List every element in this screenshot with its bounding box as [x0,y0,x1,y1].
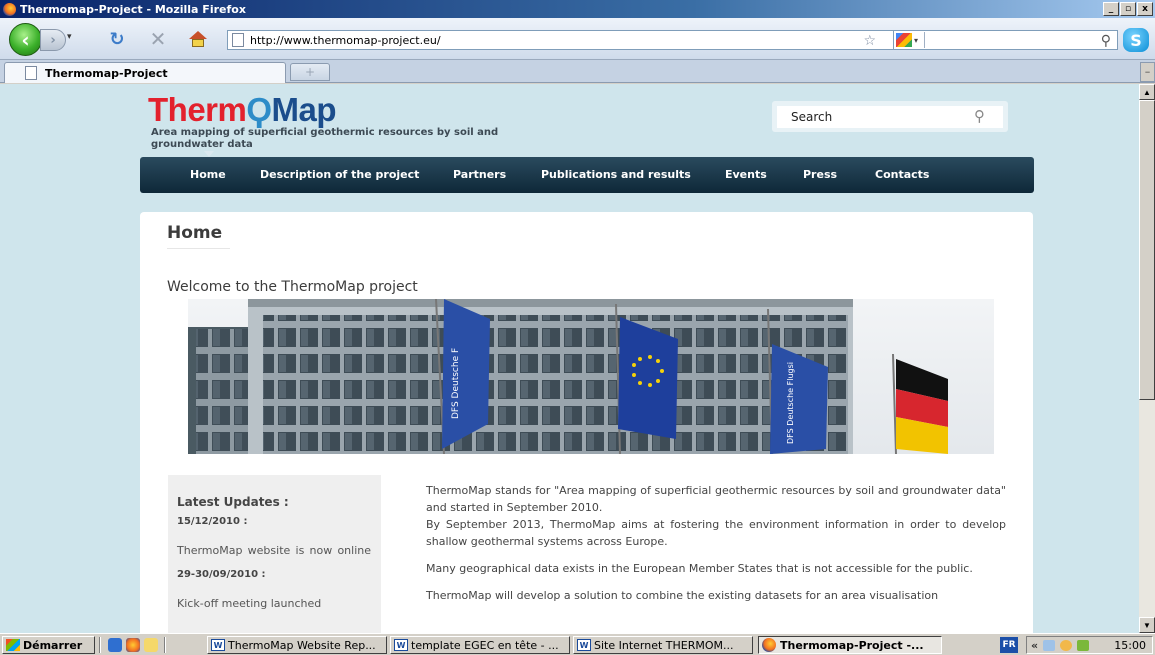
home-icon[interactable] [186,28,210,50]
site-logo[interactable]: ThermϘMap [148,91,337,129]
ie-icon[interactable] [108,638,122,652]
search-icon[interactable]: ⚲ [974,107,985,125]
page-title: Home [167,223,223,243]
page-scrollbar[interactable]: ▲ ▼ [1139,84,1155,633]
content-card: Home Welcome to the ThermoMap project DF… [140,212,1033,633]
banner-image: DFS Deutsche F DFS Deutsche Flugsi [188,299,994,454]
firefox-quicklaunch-icon[interactable] [126,638,140,652]
page-viewport: ThermϘMap Area mapping of superficial ge… [0,84,1139,633]
windows-logo-icon [6,639,20,651]
nav-contacts[interactable]: Contacts [875,168,929,181]
taskbar: Démarrer W ThermoMap Website Rep... W te… [0,633,1155,655]
navigation-toolbar: ‹ › ▾ ↻ ✕ http://www.thermomap-project.e… [0,18,1155,60]
task-word-doc[interactable]: W ThermoMap Website Rep... [207,636,387,654]
intro-text: ThermoMap stands for "Area mapping of su… [426,482,1006,614]
nav-home[interactable]: Home [190,168,226,181]
window-title: Thermomap-Project - Mozilla Firefox [20,2,246,16]
back-button[interactable]: ‹ [9,23,42,56]
latest-updates-title: Latest Updates : [177,495,289,509]
latest-updates-box: Latest Updates : 15/12/2010 : ThermoMap … [168,475,381,633]
word-icon: W [211,639,225,651]
update-date: 15/12/2010 : [177,516,248,527]
close-button[interactable]: x [1137,2,1153,16]
forward-button[interactable]: › [40,29,66,51]
svg-text:DFS Deutsche F: DFS Deutsche F [451,348,461,419]
language-indicator[interactable]: FR [1000,637,1018,653]
nav-description[interactable]: Description of the project [260,168,419,181]
intro-paragraph: Many geographical data exists in the Eur… [426,562,973,575]
task-word-doc[interactable]: W Site Internet THERMOM... [573,636,753,654]
explorer-icon[interactable] [144,638,158,652]
maximize-button[interactable]: ▫ [1120,2,1136,16]
firefox-icon [3,2,16,16]
scroll-thumb[interactable] [1139,100,1155,400]
network-icon[interactable] [1077,639,1090,651]
window-controls: _ ▫ x [1103,2,1153,16]
reload-icon[interactable]: ↻ [105,28,129,50]
main-navigation: Home Description of the project Partners… [140,157,1034,193]
url-text[interactable]: http://www.thermomap-project.eu/ [250,34,441,47]
welcome-heading: Welcome to the ThermoMap project [167,279,418,295]
tab-list-button[interactable]: − [1140,62,1155,82]
history-dropdown[interactable]: ▾ [67,31,77,49]
intro-paragraph: ThermoMap will develop a solution to com… [426,589,939,602]
scroll-down-arrow[interactable]: ▼ [1139,617,1155,633]
page-icon [232,33,244,47]
messenger-icon[interactable] [1060,639,1073,651]
site-search: Search ⚲ [772,101,1008,132]
search-engine-icon[interactable]: ▾ [896,32,922,48]
site-search-input[interactable]: Search ⚲ [777,106,1003,128]
word-icon: W [577,639,591,651]
browser-search-bar[interactable]: ▾ ⚲ [893,30,1118,50]
tray-expand-icon[interactable]: « [1031,639,1038,652]
word-icon: W [394,639,408,651]
window-titlebar: Thermomap-Project - Mozilla Firefox _ ▫ … [0,0,1155,18]
mail-icon[interactable] [1043,639,1056,651]
nav-partners[interactable]: Partners [453,168,506,181]
page-icon [25,66,37,80]
minimize-button[interactable]: _ [1103,2,1119,16]
tab-label: Thermomap-Project [45,66,168,80]
intro-paragraph: ThermoMap stands for "Area mapping of su… [426,484,1006,514]
bookmark-star-icon[interactable]: ☆ [863,31,876,49]
tab-thermomap[interactable]: Thermomap-Project [4,62,286,83]
skype-icon[interactable]: S [1123,28,1149,52]
update-date: 29-30/09/2010 : [177,569,266,580]
stop-icon[interactable]: ✕ [146,27,170,51]
svg-text:DFS Deutsche Flugsi: DFS Deutsche Flugsi [786,362,795,444]
task-firefox[interactable]: Thermomap-Project -... [758,636,942,654]
system-tray: « 15:00 [1026,636,1153,654]
firefox-icon [762,638,776,652]
nav-events[interactable]: Events [725,168,767,181]
scroll-up-arrow[interactable]: ▲ [1139,84,1155,100]
start-button[interactable]: Démarrer [2,636,95,654]
task-word-doc[interactable]: W template EGEC en tête - ... [390,636,570,654]
intro-paragraph: By September 2013, ThermoMap aims at fos… [426,518,1006,548]
nav-press[interactable]: Press [803,168,837,181]
clock: 15:00 [1114,638,1146,652]
update-text: Kick-off meeting launched [177,597,322,610]
tab-strip: Thermomap-Project + − [0,60,1155,83]
url-bar[interactable]: http://www.thermomap-project.eu/ ☆ ▾ [227,30,907,50]
new-tab-button[interactable]: + [290,63,330,81]
site-tagline: Area mapping of superficial geothermic r… [151,127,499,150]
site-search-placeholder: Search [791,110,833,124]
nav-publications[interactable]: Publications and results [541,168,691,181]
update-text: ThermoMap website is now online [177,544,371,557]
search-icon[interactable]: ⚲ [1101,32,1111,49]
title-divider [167,248,230,249]
